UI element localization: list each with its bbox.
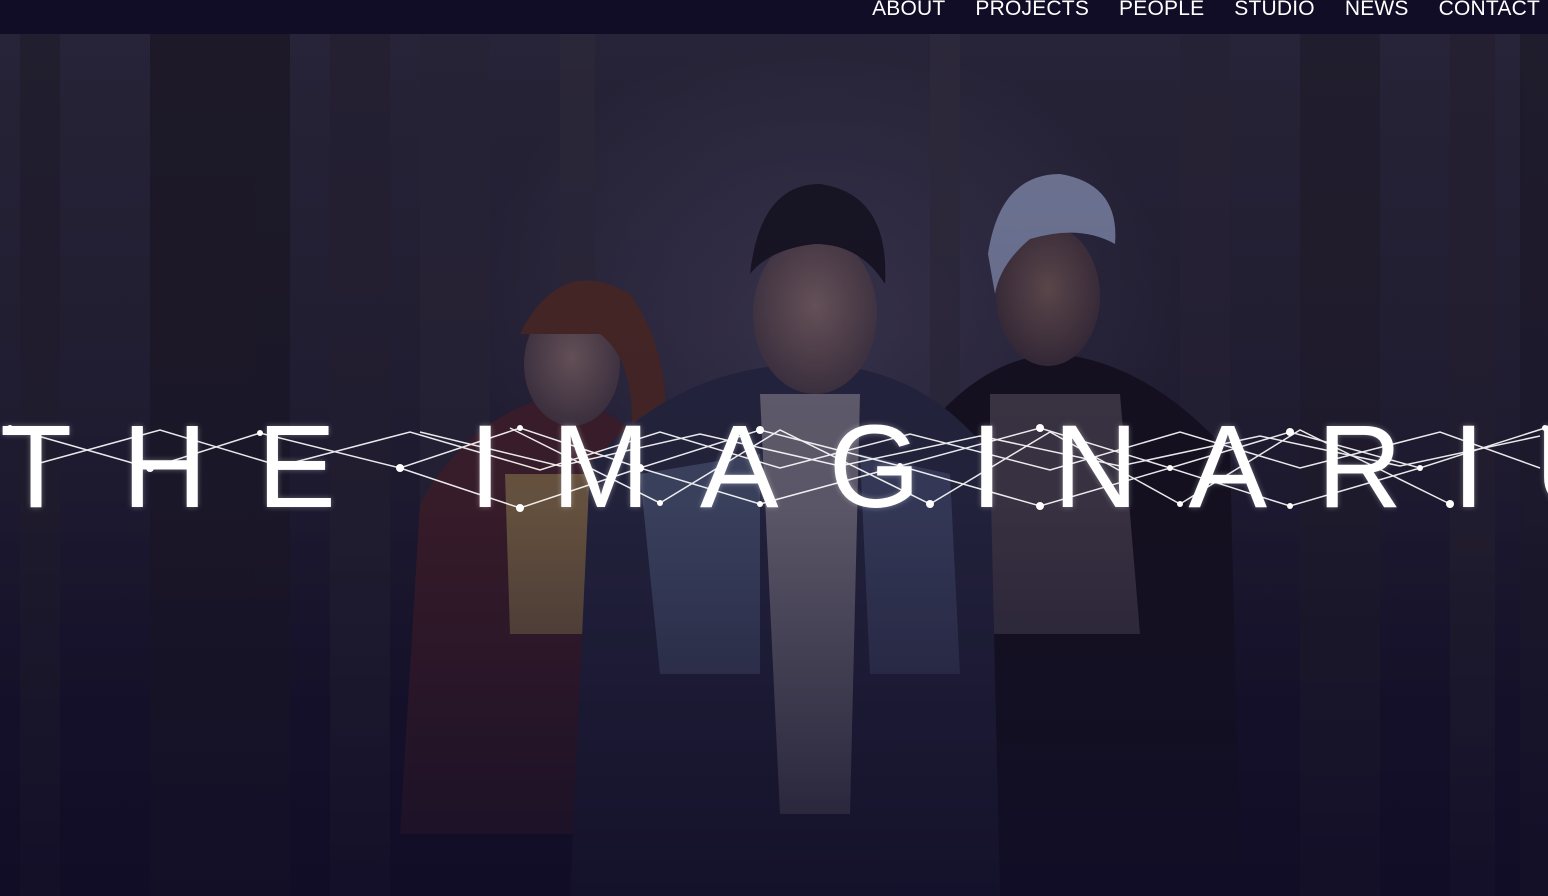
nav-link-projects[interactable]: PROJECTS xyxy=(975,0,1089,22)
hero-image: THE IMAGINARIUM xyxy=(0,34,1548,896)
hero-title-block: THE IMAGINARIUM xyxy=(0,408,1548,538)
nav-link-news[interactable]: NEWS xyxy=(1345,0,1409,22)
site-title: THE IMAGINARIUM xyxy=(0,401,1548,533)
top-navigation-bar: ABOUT PROJECTS PEOPLE STUDIO NEWS CONTAC… xyxy=(0,0,1548,34)
page: ABOUT PROJECTS PEOPLE STUDIO NEWS CONTAC… xyxy=(0,0,1548,896)
nav-link-people[interactable]: PEOPLE xyxy=(1119,0,1204,22)
main-nav: ABOUT PROJECTS PEOPLE STUDIO NEWS CONTAC… xyxy=(872,0,1540,22)
nav-link-studio[interactable]: STUDIO xyxy=(1234,0,1315,22)
nav-link-about[interactable]: ABOUT xyxy=(872,0,945,22)
nav-link-contact[interactable]: CONTACT xyxy=(1439,0,1540,22)
